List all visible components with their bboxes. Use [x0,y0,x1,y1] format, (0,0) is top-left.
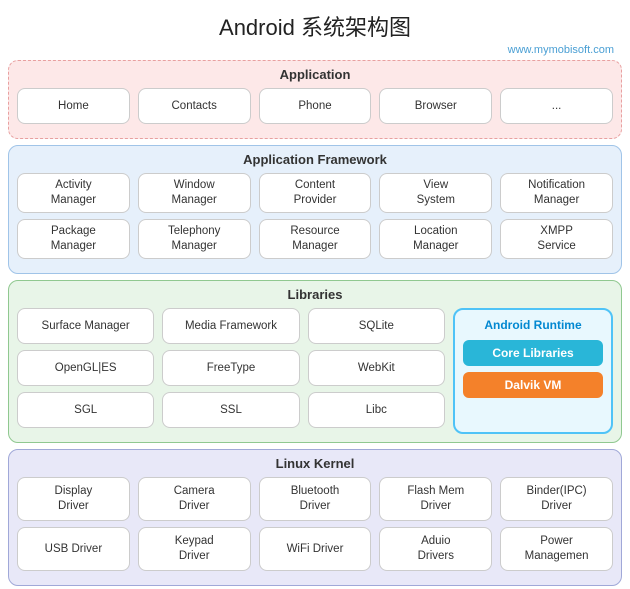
runtime-dalvik-vm[interactable]: Dalvik VM [463,372,603,398]
lib-libc[interactable]: Libc [308,392,445,428]
fw-xmpp-service[interactable]: XMPPService [500,219,613,259]
kernel-keypad-driver[interactable]: KeypadDriver [138,527,251,571]
fw-location-manager[interactable]: LocationManager [379,219,492,259]
framework-layer: Application Framework ActivityManager Wi… [8,145,622,274]
fw-content-provider[interactable]: ContentProvider [259,173,372,213]
watermark: www.mymobisoft.com [0,44,630,56]
page-title: Android 系统架构图 [0,0,630,44]
lib-sgl[interactable]: SGL [17,392,154,428]
lib-media-framework[interactable]: Media Framework [162,308,299,344]
runtime-core-libraries[interactable]: Core Libraries [463,340,603,366]
lib-ssl[interactable]: SSL [162,392,299,428]
fw-window-manager[interactable]: WindowManager [138,173,251,213]
fw-package-manager[interactable]: PackageManager [17,219,130,259]
fw-view-system[interactable]: ViewSystem [379,173,492,213]
kernel-flash-mem-driver[interactable]: Flash MemDriver [379,477,492,521]
libs-runtime-row: Surface Manager Media Framework SQLite O… [17,308,613,434]
app-buttons-row: Home Contacts Phone Browser ... [17,88,613,124]
lib-freetype[interactable]: FreeType [162,350,299,386]
app-btn-home[interactable]: Home [17,88,130,124]
kernel-audio-drivers[interactable]: AduioDrivers [379,527,492,571]
framework-row2: PackageManager TelephonyManager Resource… [17,219,613,259]
application-layer-title: Application [17,67,613,82]
kernel-row1: DisplayDriver CameraDriver BluetoothDriv… [17,477,613,521]
app-btn-more[interactable]: ... [500,88,613,124]
fw-activity-manager[interactable]: ActivityManager [17,173,130,213]
kernel-display-driver[interactable]: DisplayDriver [17,477,130,521]
libs-row1: Surface Manager Media Framework SQLite [17,308,445,344]
lib-webkit[interactable]: WebKit [308,350,445,386]
libraries-layer-title: Libraries [17,287,613,302]
fw-resource-manager[interactable]: ResourceManager [259,219,372,259]
app-btn-contacts[interactable]: Contacts [138,88,251,124]
libraries-layer: Libraries Surface Manager Media Framewor… [8,280,622,443]
libs-row2: OpenGL|ES FreeType WebKit [17,350,445,386]
kernel-row2: USB Driver KeypadDriver WiFi Driver Adui… [17,527,613,571]
kernel-camera-driver[interactable]: CameraDriver [138,477,251,521]
app-btn-browser[interactable]: Browser [379,88,492,124]
fw-telephony-manager[interactable]: TelephonyManager [138,219,251,259]
libs-row3: SGL SSL Libc [17,392,445,428]
application-layer: Application Home Contacts Phone Browser … [8,60,622,139]
app-btn-phone[interactable]: Phone [259,88,372,124]
framework-row1: ActivityManager WindowManager ContentPro… [17,173,613,213]
kernel-binder-driver[interactable]: Binder(IPC)Driver [500,477,613,521]
framework-layer-title: Application Framework [17,152,613,167]
android-runtime-box: Android Runtime Core Libraries Dalvik VM [453,308,613,434]
fw-notification-manager[interactable]: NotificationManager [500,173,613,213]
kernel-layer: Linux Kernel DisplayDriver CameraDriver … [8,449,622,586]
kernel-bluetooth-driver[interactable]: BluetoothDriver [259,477,372,521]
kernel-wifi-driver[interactable]: WiFi Driver [259,527,372,571]
libs-left: Surface Manager Media Framework SQLite O… [17,308,445,434]
runtime-title: Android Runtime [463,318,603,332]
kernel-layer-title: Linux Kernel [17,456,613,471]
kernel-usb-driver[interactable]: USB Driver [17,527,130,571]
lib-sqlite[interactable]: SQLite [308,308,445,344]
kernel-power-management[interactable]: PowerManagemen [500,527,613,571]
lib-surface-manager[interactable]: Surface Manager [17,308,154,344]
lib-opengl[interactable]: OpenGL|ES [17,350,154,386]
